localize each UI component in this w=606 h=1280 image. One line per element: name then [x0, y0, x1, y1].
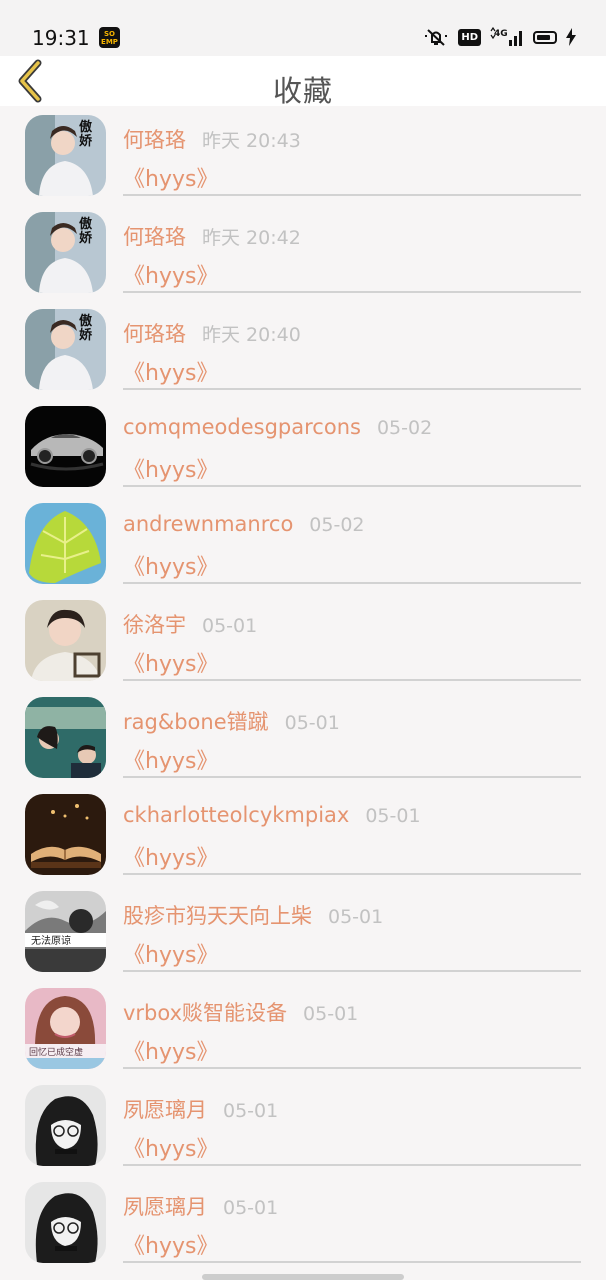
item-title: 《hyys》: [123, 167, 219, 192]
girl-avatar-icon: 回忆已成空虚: [25, 988, 106, 1069]
avatar-caption: 回忆已成空虚: [29, 1046, 83, 1058]
item-name: 股疹市犸天天向上柴 05-01: [123, 904, 384, 928]
item-title: 《hyys》: [123, 1137, 219, 1162]
status-bar: 19:31 SO EMP HD 4G: [0, 0, 606, 56]
hd-badge: HD: [458, 28, 481, 46]
item-name: ckharlotteolcykmpiax 05-01: [123, 803, 421, 827]
item-title: 《hyys》: [123, 749, 219, 774]
item-title: 《hyys》: [123, 652, 219, 677]
item-time: 05-01: [303, 1003, 359, 1025]
idol-avatar-icon: 傲娇: [25, 115, 106, 196]
list-item[interactable]: 夙愿璃月 05-01 《hyys》: [0, 1173, 606, 1270]
list-item[interactable]: 回忆已成空虚 vrbox赕智能设备 05-01 《hyys》: [0, 979, 606, 1076]
divider: [123, 485, 581, 487]
leaf-avatar-icon: [25, 503, 106, 584]
item-time: 昨天 20:43: [202, 130, 301, 152]
svg-text:傲: 傲: [79, 216, 93, 232]
list-item[interactable]: ckharlotteolcykmpiax 05-01 《hyys》: [0, 785, 606, 882]
item-name: 徐洛宇 05-01: [123, 613, 258, 637]
divider: [123, 1261, 581, 1263]
divider: [123, 873, 581, 875]
item-time: 05-01: [365, 805, 421, 827]
avatar-caption: 无法原谅: [31, 934, 71, 947]
page-title: 收藏: [272, 74, 333, 108]
list-item[interactable]: andrewnmanrco 05-02 《hyys》: [0, 494, 606, 591]
divider: [123, 679, 581, 681]
item-name: 何珞珞 昨天 20:42: [123, 225, 301, 249]
bell-muted-icon: [423, 27, 449, 47]
item-title: 《hyys》: [123, 361, 219, 386]
divider: [123, 194, 581, 196]
item-time: 05-01: [223, 1197, 279, 1219]
divider: [123, 291, 581, 293]
list-item[interactable]: 傲娇 何珞珞 昨天 20:43 《hyys》: [0, 106, 606, 203]
divider: [123, 582, 581, 584]
status-icons: HD 4G: [423, 26, 576, 48]
list-item[interactable]: 徐洛宇 05-01 《hyys》: [0, 591, 606, 688]
idol-avatar-icon: 傲娇: [25, 309, 106, 390]
anime-avatar-icon: [25, 1085, 106, 1166]
book-avatar-icon: [25, 794, 106, 875]
battery-icon: [533, 30, 557, 44]
item-name: 夙愿璃月 05-01: [123, 1098, 279, 1122]
anime-avatar-icon: [25, 1182, 106, 1263]
divider: [123, 970, 581, 972]
item-time: 05-02: [376, 417, 433, 439]
svg-text:娇: 娇: [79, 327, 93, 343]
list-item[interactable]: 傲娇 何珞珞 昨天 20:42 《hyys》: [0, 203, 606, 300]
item-title: 《hyys》: [123, 1234, 219, 1259]
item-name: comqmeodesgparcons 05-02: [123, 415, 433, 439]
divider: [123, 1067, 581, 1069]
list-item[interactable]: 傲娇 何珞珞 昨天 20:40 《hyys》: [0, 300, 606, 397]
header: 收藏: [0, 56, 606, 108]
charging-icon: [566, 28, 576, 46]
favorites-list: 傲娇 何珞珞 昨天 20:43 《hyys》 傲娇 何珞珞 昨天 20:42 《hy…: [0, 106, 606, 1270]
divider: [123, 388, 581, 390]
item-name: 何珞珞 昨天 20:43: [123, 128, 301, 152]
smoke-avatar-icon: 无法原谅: [25, 891, 106, 972]
signal-icon: 4G: [490, 27, 524, 47]
item-name: vrbox赕智能设备 05-01: [123, 1001, 359, 1025]
item-title: 《hyys》: [123, 943, 219, 968]
item-name: rag&bone镨蹴 05-01: [123, 710, 340, 734]
item-title: 《hyys》: [123, 555, 219, 580]
item-time: 05-02: [309, 514, 365, 536]
list-item[interactable]: rag&bone镨蹴 05-01 《hyys》: [0, 688, 606, 785]
item-time: 昨天 20:42: [202, 227, 301, 249]
item-name: 何珞珞 昨天 20:40: [123, 322, 301, 346]
list-item[interactable]: 无法原谅 股疹市犸天天向上柴 05-01 《hyys》: [0, 882, 606, 979]
item-title: 《hyys》: [123, 458, 219, 483]
svg-text:傲: 傲: [79, 119, 93, 135]
idol-avatar-icon: 傲娇: [25, 212, 106, 293]
list-item[interactable]: 夙愿璃月 05-01 《hyys》: [0, 1076, 606, 1173]
divider: [123, 776, 581, 778]
item-title: 《hyys》: [123, 264, 219, 289]
list-item[interactable]: comqmeodesgparcons 05-02 《hyys》: [0, 397, 606, 494]
item-title: 《hyys》: [123, 1040, 219, 1065]
svg-text:4G: 4G: [494, 29, 508, 39]
item-name: andrewnmanrco 05-02: [123, 512, 365, 536]
car-avatar-icon: [25, 406, 106, 487]
svg-text:娇: 娇: [79, 230, 93, 246]
portrait-avatar-icon: [25, 600, 106, 681]
item-name: 夙愿璃月 05-01: [123, 1195, 279, 1219]
item-title: 《hyys》: [123, 846, 219, 871]
divider: [123, 1164, 581, 1166]
couple-avatar-icon: [25, 697, 106, 778]
item-time: 05-01: [328, 906, 384, 928]
status-time: 19:31: [32, 26, 90, 50]
svg-text:傲: 傲: [79, 313, 93, 329]
item-time: 05-01: [284, 712, 340, 734]
svg-text:娇: 娇: [79, 133, 93, 149]
item-time: 昨天 20:40: [202, 324, 301, 346]
item-time: 05-01: [202, 615, 258, 637]
item-time: 05-01: [223, 1100, 279, 1122]
app-notification-icon: SO EMP: [99, 27, 120, 48]
home-indicator[interactable]: [202, 1274, 404, 1280]
